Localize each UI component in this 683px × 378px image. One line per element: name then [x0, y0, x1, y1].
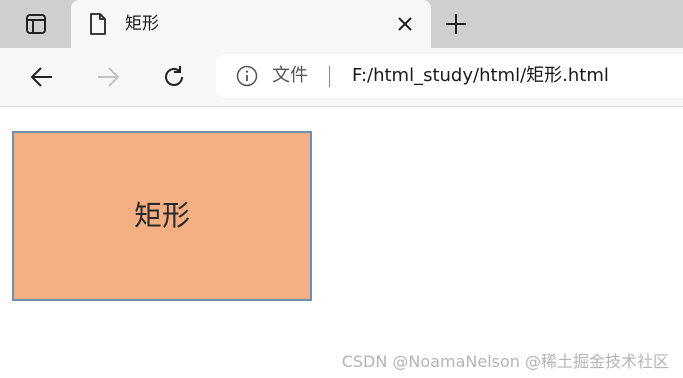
back-arrow-icon[interactable]: [28, 63, 56, 91]
browser-window: 矩形 文件 F:/html_study/html/矩形.html 矩形 CSDN…: [0, 0, 683, 378]
watermark: CSDN @NoamaNelson @稀土掘金技术社区: [341, 352, 669, 371]
address-bar[interactable]: 文件 F:/html_study/html/矩形.html: [216, 54, 683, 98]
info-icon[interactable]: [236, 65, 258, 87]
tab-actions-button[interactable]: [8, 8, 64, 40]
close-icon[interactable]: [395, 14, 415, 34]
toolbar: 文件 F:/html_study/html/矩形.html: [0, 48, 683, 107]
plus-icon[interactable]: [444, 12, 468, 36]
rectangle-label: 矩形: [133, 199, 190, 232]
page-icon: [90, 13, 106, 35]
address-separator: [329, 66, 330, 87]
url-text[interactable]: F:/html_study/html/矩形.html: [352, 54, 609, 98]
refresh-icon[interactable]: [160, 63, 188, 91]
tab-actions-icon: [26, 14, 46, 34]
tab-strip: 矩形: [0, 0, 683, 48]
forward-arrow-icon[interactable]: [94, 63, 122, 91]
site-info-label[interactable]: 文件: [272, 54, 308, 98]
tab-title: 矩形: [125, 14, 159, 34]
page-content: 矩形 CSDN @NoamaNelson @稀土掘金技术社区: [0, 107, 683, 378]
tab-active[interactable]: 矩形: [71, 0, 431, 48]
rectangle-box: 矩形: [12, 131, 312, 301]
